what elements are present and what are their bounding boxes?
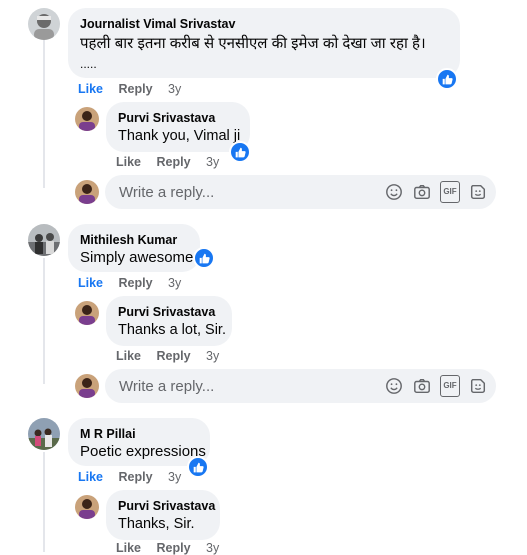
gif-icon[interactable]: GIF (440, 375, 460, 397)
comment-bubble: Journalist Vimal Srivastav पहली बार इतना… (68, 8, 460, 78)
gif-icon-label: GIF (440, 181, 460, 203)
like-button[interactable]: Like (78, 276, 103, 290)
reply-text: Thanks, Sir. (118, 516, 195, 532)
comment-bubble: Mithilesh Kumar Simply awesome (68, 224, 200, 272)
reply-actions: Like Reply 3y (116, 155, 231, 169)
like-button[interactable]: Like (78, 82, 103, 96)
comment-text: पहली बार इतना करीब से एनसीएल की इमेज को … (80, 35, 426, 52)
camera-icon[interactable] (412, 376, 432, 396)
reply-text: Thank you, Vimal ji (118, 128, 241, 144)
timestamp[interactable]: 3y (168, 82, 181, 96)
emoji-icon[interactable] (384, 376, 404, 396)
like-reaction-icon[interactable] (229, 141, 251, 163)
comment-actions: Like Reply 3y (78, 276, 193, 290)
reply-button[interactable]: Reply (157, 541, 191, 555)
avatar (75, 374, 99, 398)
avatar[interactable] (75, 301, 99, 325)
like-button[interactable]: Like (116, 541, 141, 555)
reply-button[interactable]: Reply (119, 276, 153, 290)
reply-bubble: Purvi Srivastava Thank you, Vimal ji (106, 102, 250, 152)
timestamp[interactable]: 3y (206, 541, 219, 555)
sticker-icon[interactable] (468, 182, 488, 202)
comment-text: Simply awesome (80, 249, 194, 266)
comment-actions: Like Reply 3y (78, 470, 193, 484)
reply-actions: Like Reply 3y (116, 349, 231, 363)
emoji-icon[interactable] (384, 182, 404, 202)
like-button[interactable]: Like (116, 349, 141, 363)
reply-actions: Like Reply 3y (116, 541, 231, 555)
reply-bubble: Purvi Srivastava Thanks, Sir. (106, 490, 220, 540)
reply-input[interactable] (117, 182, 361, 202)
comment-author[interactable]: Mithilesh Kumar (80, 232, 188, 248)
avatar (75, 180, 99, 204)
reply-text: Thanks a lot, Sir. (118, 322, 226, 338)
gif-icon-label: GIF (440, 375, 460, 397)
timestamp[interactable]: 3y (168, 276, 181, 290)
reply-author[interactable]: Purvi Srivastava (118, 498, 215, 514)
avatar[interactable] (28, 224, 60, 256)
like-button[interactable]: Like (78, 470, 103, 484)
comment-actions: Like Reply 3y (78, 82, 193, 96)
reply-button[interactable]: Reply (157, 155, 191, 169)
reply-button[interactable]: Reply (119, 82, 153, 96)
reply-author[interactable]: Purvi Srivastava (118, 304, 220, 320)
timestamp[interactable]: 3y (206, 155, 219, 169)
comment-text-continued: ..... (80, 57, 97, 71)
reply-author[interactable]: Purvi Srivastava (118, 110, 238, 126)
reply-box: GIF (105, 369, 496, 403)
reply-bubble: Purvi Srivastava Thanks a lot, Sir. (106, 296, 232, 346)
avatar[interactable] (75, 107, 99, 131)
avatar[interactable] (75, 495, 99, 519)
sticker-icon[interactable] (468, 376, 488, 396)
comment-text: Poetic expressions (80, 443, 206, 460)
comment-author[interactable]: Journalist Vimal Srivastav (80, 16, 448, 32)
thread-line (43, 452, 45, 552)
reply-button[interactable]: Reply (119, 470, 153, 484)
like-button[interactable]: Like (116, 155, 141, 169)
avatar[interactable] (28, 8, 60, 40)
camera-icon[interactable] (412, 182, 432, 202)
reply-input[interactable] (117, 376, 361, 396)
avatar[interactable] (28, 418, 60, 450)
like-reaction-icon[interactable] (193, 247, 215, 269)
timestamp[interactable]: 3y (206, 349, 219, 363)
comment-author[interactable]: M R Pillai (80, 426, 198, 442)
gif-icon[interactable]: GIF (440, 181, 460, 203)
reply-button[interactable]: Reply (157, 349, 191, 363)
timestamp[interactable]: 3y (168, 470, 181, 484)
reply-box: GIF (105, 175, 496, 209)
thread-line (43, 40, 45, 188)
like-reaction-icon[interactable] (436, 68, 458, 90)
thread-line (43, 258, 45, 384)
